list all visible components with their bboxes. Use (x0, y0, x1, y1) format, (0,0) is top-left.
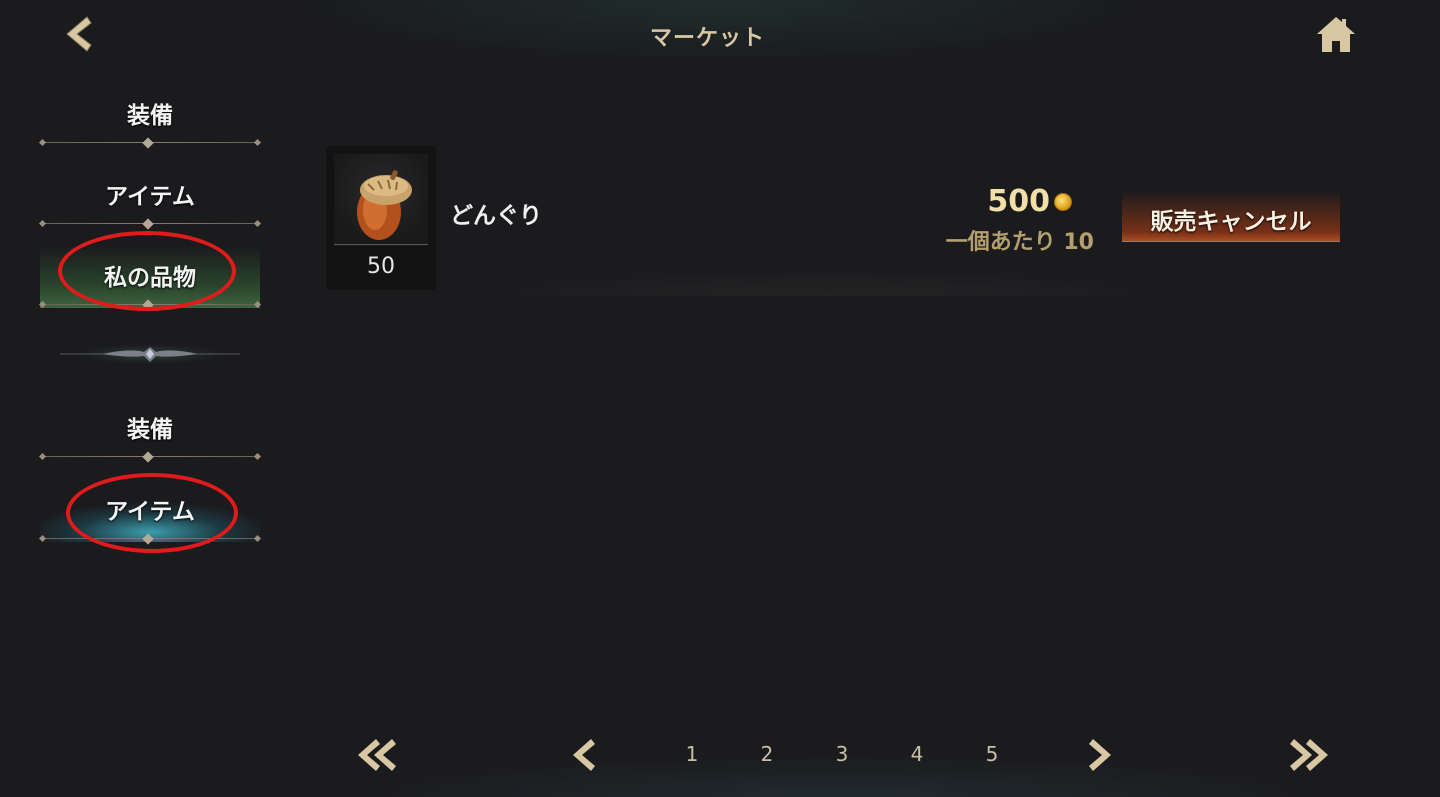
sidebar-item-label: アイテム (105, 184, 195, 210)
sidebar-item-label: アイテム (105, 499, 195, 525)
page-1[interactable]: 1 (677, 742, 707, 766)
ornament-divider-icon (60, 347, 240, 362)
item-slot[interactable]: 50 (326, 146, 436, 290)
prev-page-button[interactable] (556, 734, 612, 776)
double-chevron-right-icon (1290, 739, 1328, 771)
market-screen: マーケット 装備 アイテム 私の品物 装備 アイテム 50 どんぐり 500 一… (0, 0, 1440, 797)
double-chevron-left-icon (358, 739, 396, 771)
sidebar-item-items-2[interactable]: アイテム (38, 480, 262, 545)
sidebar-item-label: 装備 (127, 103, 173, 129)
divider (38, 137, 262, 149)
sidebar-item-label: 装備 (127, 417, 173, 443)
home-button[interactable] (1312, 12, 1360, 56)
page-title: マーケット (649, 26, 765, 51)
unit-price: 一個あたり 10 (945, 230, 1094, 255)
divider (38, 451, 262, 463)
item-art (334, 154, 428, 246)
page-2[interactable]: 2 (752, 742, 782, 766)
divider (38, 299, 262, 311)
divider (38, 533, 262, 545)
gold-coin-icon (1054, 192, 1072, 211)
pagination: 1 2 3 4 5 (0, 728, 1440, 788)
sidebar-item-items[interactable]: アイテム (38, 165, 262, 230)
page-4[interactable]: 4 (902, 742, 932, 766)
sidebar-item-equipment[interactable]: 装備 (38, 84, 262, 149)
chevron-right-icon (1089, 739, 1111, 771)
last-page-button[interactable] (1282, 734, 1338, 776)
chevron-left-icon (573, 739, 595, 771)
sidebar-item-my-goods[interactable]: 私の品物 (38, 246, 262, 311)
sidebar-item-label: 私の品物 (104, 265, 196, 291)
cancel-sale-label: 販売キャンセル (1150, 209, 1312, 235)
slot-divider (334, 244, 428, 245)
acorn-icon (357, 170, 412, 240)
item-quantity: 50 (367, 254, 395, 279)
price-value: 500 (987, 184, 1050, 219)
cancel-sale-button[interactable]: 販売キャンセル (1122, 192, 1340, 242)
total-price: 500 (987, 184, 1072, 219)
item-name: どんぐり (450, 203, 542, 229)
listing-row: 50 どんぐり 500 一個あたり 10 販売キャンセル (326, 146, 1356, 296)
section-ornament (40, 338, 260, 368)
page-5[interactable]: 5 (977, 742, 1007, 766)
top-bar: マーケット (0, 0, 1440, 72)
first-page-button[interactable] (348, 734, 404, 776)
page-3[interactable]: 3 (827, 742, 857, 766)
next-page-button[interactable] (1072, 734, 1128, 776)
divider (38, 218, 262, 230)
sidebar-item-equipment-2[interactable]: 装備 (38, 398, 262, 463)
home-icon (1317, 17, 1355, 52)
